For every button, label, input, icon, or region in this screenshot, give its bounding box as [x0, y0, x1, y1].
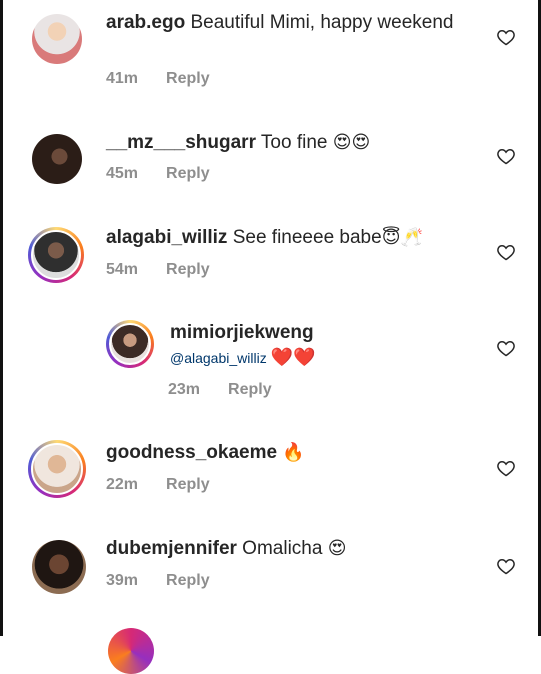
- reply-button[interactable]: Reply: [166, 70, 210, 87]
- comment-time: 54m: [106, 261, 139, 278]
- comment-username[interactable]: __mz___shugarr: [106, 132, 256, 153]
- comment-meta: 45m Reply: [106, 165, 238, 183]
- reply-button[interactable]: Reply: [166, 572, 210, 589]
- comment-body: Beautiful Mimi, happy weekend: [185, 12, 454, 33]
- comment-emoji: ❤️❤️: [270, 347, 316, 367]
- reply-button[interactable]: Reply: [166, 476, 210, 493]
- comment-username[interactable]: dubemjennifer: [106, 538, 237, 559]
- comment-emoji: 😇🥂: [381, 227, 423, 247]
- comment-time: 39m: [106, 572, 139, 589]
- reply-button[interactable]: Reply: [166, 261, 210, 278]
- comment-body: See fineeee babe: [227, 227, 382, 248]
- comment-meta: 54m Reply: [106, 261, 238, 279]
- avatar: [31, 443, 83, 495]
- screen-edge-left: [0, 0, 3, 636]
- like-heart-icon[interactable]: [496, 27, 516, 47]
- comment-text: goodness_okaeme 🔥: [106, 440, 481, 465]
- comment-username[interactable]: mimiorjiekweng: [170, 322, 314, 343]
- comment-meta: 23m Reply: [168, 381, 300, 399]
- comment-mention[interactable]: @alagabi_williz: [170, 350, 271, 366]
- comment-time: 41m: [106, 70, 139, 87]
- comment-text: dubemjennifer Omalicha 😍: [106, 536, 481, 561]
- avatar[interactable]: [32, 540, 86, 594]
- avatar-story-ring[interactable]: [28, 440, 86, 498]
- avatar-story-ring[interactable]: [106, 320, 154, 368]
- comment-meta: 41m Reply: [106, 70, 238, 88]
- avatar-story-ring[interactable]: [108, 628, 154, 674]
- like-heart-icon[interactable]: [496, 242, 516, 262]
- avatar-story-ring[interactable]: [28, 227, 84, 283]
- comment-time: 22m: [106, 476, 139, 493]
- comment-username[interactable]: arab.ego: [106, 12, 185, 33]
- reply-button[interactable]: Reply: [166, 165, 210, 182]
- avatar: [31, 230, 81, 280]
- comment-body: Omalicha: [236, 538, 328, 559]
- comment-username[interactable]: goodness_okaeme: [106, 442, 277, 463]
- comment-text: arab.ego Beautiful Mimi, happy weekend: [106, 10, 481, 35]
- reply-button[interactable]: Reply: [228, 381, 272, 398]
- comment-emoji: 🔥: [282, 442, 305, 462]
- avatar: [109, 323, 151, 365]
- comment-time: 45m: [106, 165, 139, 182]
- like-heart-icon[interactable]: [496, 458, 516, 478]
- comment-meta: 22m Reply: [106, 476, 238, 494]
- comment-meta: 39m Reply: [106, 572, 238, 590]
- like-heart-icon[interactable]: [496, 146, 516, 166]
- comment-time: 23m: [168, 381, 201, 398]
- comment-text: __mz___shugarr Too fine 😍😍: [106, 130, 481, 155]
- like-heart-icon[interactable]: [496, 556, 516, 576]
- comment-text: alagabi_williz See fineeee babe😇🥂: [106, 225, 481, 250]
- like-heart-icon[interactable]: [496, 338, 516, 358]
- comment-emoji: 😍😍: [332, 132, 371, 152]
- comment-text: mimiorjiekweng @alagabi_williz ❤️❤️: [170, 320, 481, 371]
- comment-body: Too fine: [255, 132, 333, 153]
- avatar[interactable]: [32, 14, 82, 64]
- avatar[interactable]: [32, 134, 82, 184]
- comment-emoji: 😍: [327, 538, 347, 558]
- comment-username[interactable]: alagabi_williz: [106, 227, 227, 248]
